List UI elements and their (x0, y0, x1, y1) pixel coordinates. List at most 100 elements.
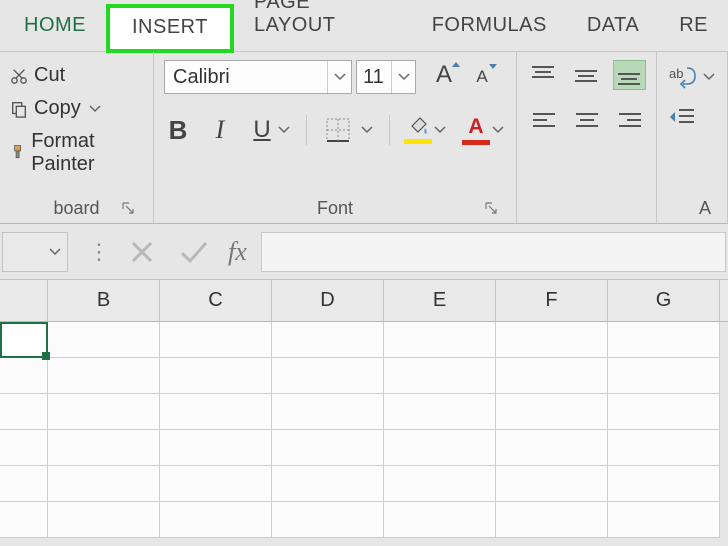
align-left-button[interactable] (527, 106, 560, 136)
cell[interactable] (160, 502, 272, 538)
align-right-button[interactable] (613, 106, 646, 136)
cell[interactable] (384, 430, 496, 466)
tab-formulas[interactable]: FORMULAS (412, 2, 567, 51)
fill-handle[interactable] (42, 352, 50, 360)
decrease-font-size-button[interactable]: A (466, 61, 498, 93)
cell[interactable] (160, 430, 272, 466)
column-header[interactable]: F (496, 280, 608, 321)
cell[interactable] (160, 466, 272, 502)
grid-row (0, 502, 728, 538)
cell[interactable] (272, 502, 384, 538)
column-header[interactable]: E (384, 280, 496, 321)
cell[interactable] (272, 394, 384, 430)
align-middle-button[interactable] (570, 60, 603, 90)
enter-formula-button[interactable] (168, 232, 220, 272)
cell[interactable] (496, 358, 608, 394)
format-painter-button[interactable]: Format Painter (10, 130, 143, 176)
cell[interactable] (48, 502, 160, 538)
wrap-text-button[interactable]: ab (667, 64, 717, 90)
column-header[interactable]: C (160, 280, 272, 321)
cell[interactable] (384, 502, 496, 538)
chevron-down-icon[interactable] (391, 61, 415, 93)
tab-data[interactable]: DATA (567, 2, 659, 51)
cell[interactable] (608, 466, 720, 502)
letter-a-small: A (476, 67, 487, 87)
cell[interactable] (384, 322, 496, 358)
cell[interactable] (48, 466, 160, 502)
increase-font-size-button[interactable]: A (428, 61, 460, 93)
chevron-down-icon[interactable] (327, 61, 351, 93)
column-header[interactable]: D (272, 280, 384, 321)
tab-review[interactable]: RE (659, 2, 728, 51)
dialog-launcher-icon[interactable] (121, 201, 137, 217)
tab-page-layout[interactable]: PAGE LAYOUT (234, 0, 412, 51)
tab-home[interactable]: HOME (4, 2, 106, 51)
cell[interactable] (48, 358, 160, 394)
group-extra: ab A (657, 52, 728, 223)
cell[interactable] (496, 394, 608, 430)
cell[interactable] (608, 394, 720, 430)
cancel-formula-button[interactable] (116, 232, 168, 272)
group-font: Calibri 11 A A (154, 52, 517, 223)
column-header[interactable]: G (608, 280, 720, 321)
cell[interactable] (0, 322, 48, 358)
cell[interactable] (608, 430, 720, 466)
cell[interactable] (0, 502, 48, 538)
align-top-button[interactable] (527, 60, 560, 90)
name-box[interactable] (2, 232, 68, 272)
cell[interactable] (0, 466, 48, 502)
cell[interactable] (608, 322, 720, 358)
font-name-combo[interactable]: Calibri (164, 60, 352, 94)
decrease-indent-icon (667, 106, 697, 130)
cell[interactable] (496, 430, 608, 466)
cut-button[interactable]: Cut (10, 64, 143, 87)
chevron-down-icon[interactable] (432, 126, 448, 134)
cell[interactable] (272, 430, 384, 466)
chevron-down-icon[interactable] (490, 126, 506, 134)
italic-button[interactable]: I (206, 112, 234, 148)
font-color-button[interactable]: A (462, 115, 506, 145)
cell[interactable] (160, 322, 272, 358)
font-size-combo[interactable]: 11 (356, 60, 416, 94)
cell[interactable] (496, 502, 608, 538)
tab-insert[interactable]: INSERT (106, 4, 234, 53)
cell[interactable] (0, 358, 48, 394)
underline-button[interactable]: U (248, 112, 276, 148)
column-header[interactable] (0, 280, 48, 321)
cell[interactable] (272, 466, 384, 502)
cell[interactable] (272, 322, 384, 358)
dialog-launcher-icon[interactable] (484, 201, 500, 217)
cell[interactable] (384, 466, 496, 502)
cell[interactable] (608, 502, 720, 538)
cell[interactable] (160, 394, 272, 430)
align-center-icon (573, 110, 601, 132)
chevron-down-icon[interactable] (276, 126, 292, 134)
cut-label: Cut (34, 64, 65, 87)
cell[interactable] (272, 358, 384, 394)
group-clipboard: Cut Copy Format Painter board (0, 52, 154, 223)
align-bottom-button[interactable] (613, 60, 646, 90)
cell[interactable] (0, 394, 48, 430)
align-center-button[interactable] (570, 106, 603, 136)
cell[interactable] (48, 430, 160, 466)
chevron-down-icon[interactable] (359, 126, 375, 134)
cell[interactable] (384, 358, 496, 394)
cell[interactable] (384, 394, 496, 430)
cell[interactable] (608, 358, 720, 394)
cell[interactable] (496, 466, 608, 502)
cell[interactable] (496, 322, 608, 358)
copy-button[interactable]: Copy (10, 97, 143, 120)
cell[interactable] (160, 358, 272, 394)
bold-button[interactable]: B (164, 112, 192, 148)
fill-color-button[interactable] (404, 116, 448, 144)
cell[interactable] (0, 430, 48, 466)
cell[interactable] (48, 394, 160, 430)
chevron-down-icon[interactable] (701, 73, 717, 81)
borders-button[interactable] (321, 115, 355, 145)
align-bottom-icon (615, 64, 643, 86)
cell[interactable] (48, 322, 160, 358)
insert-function-button[interactable]: fx (220, 237, 255, 267)
decrease-indent-button[interactable] (667, 106, 717, 130)
column-header[interactable]: B (48, 280, 160, 321)
formula-input[interactable] (261, 232, 726, 272)
